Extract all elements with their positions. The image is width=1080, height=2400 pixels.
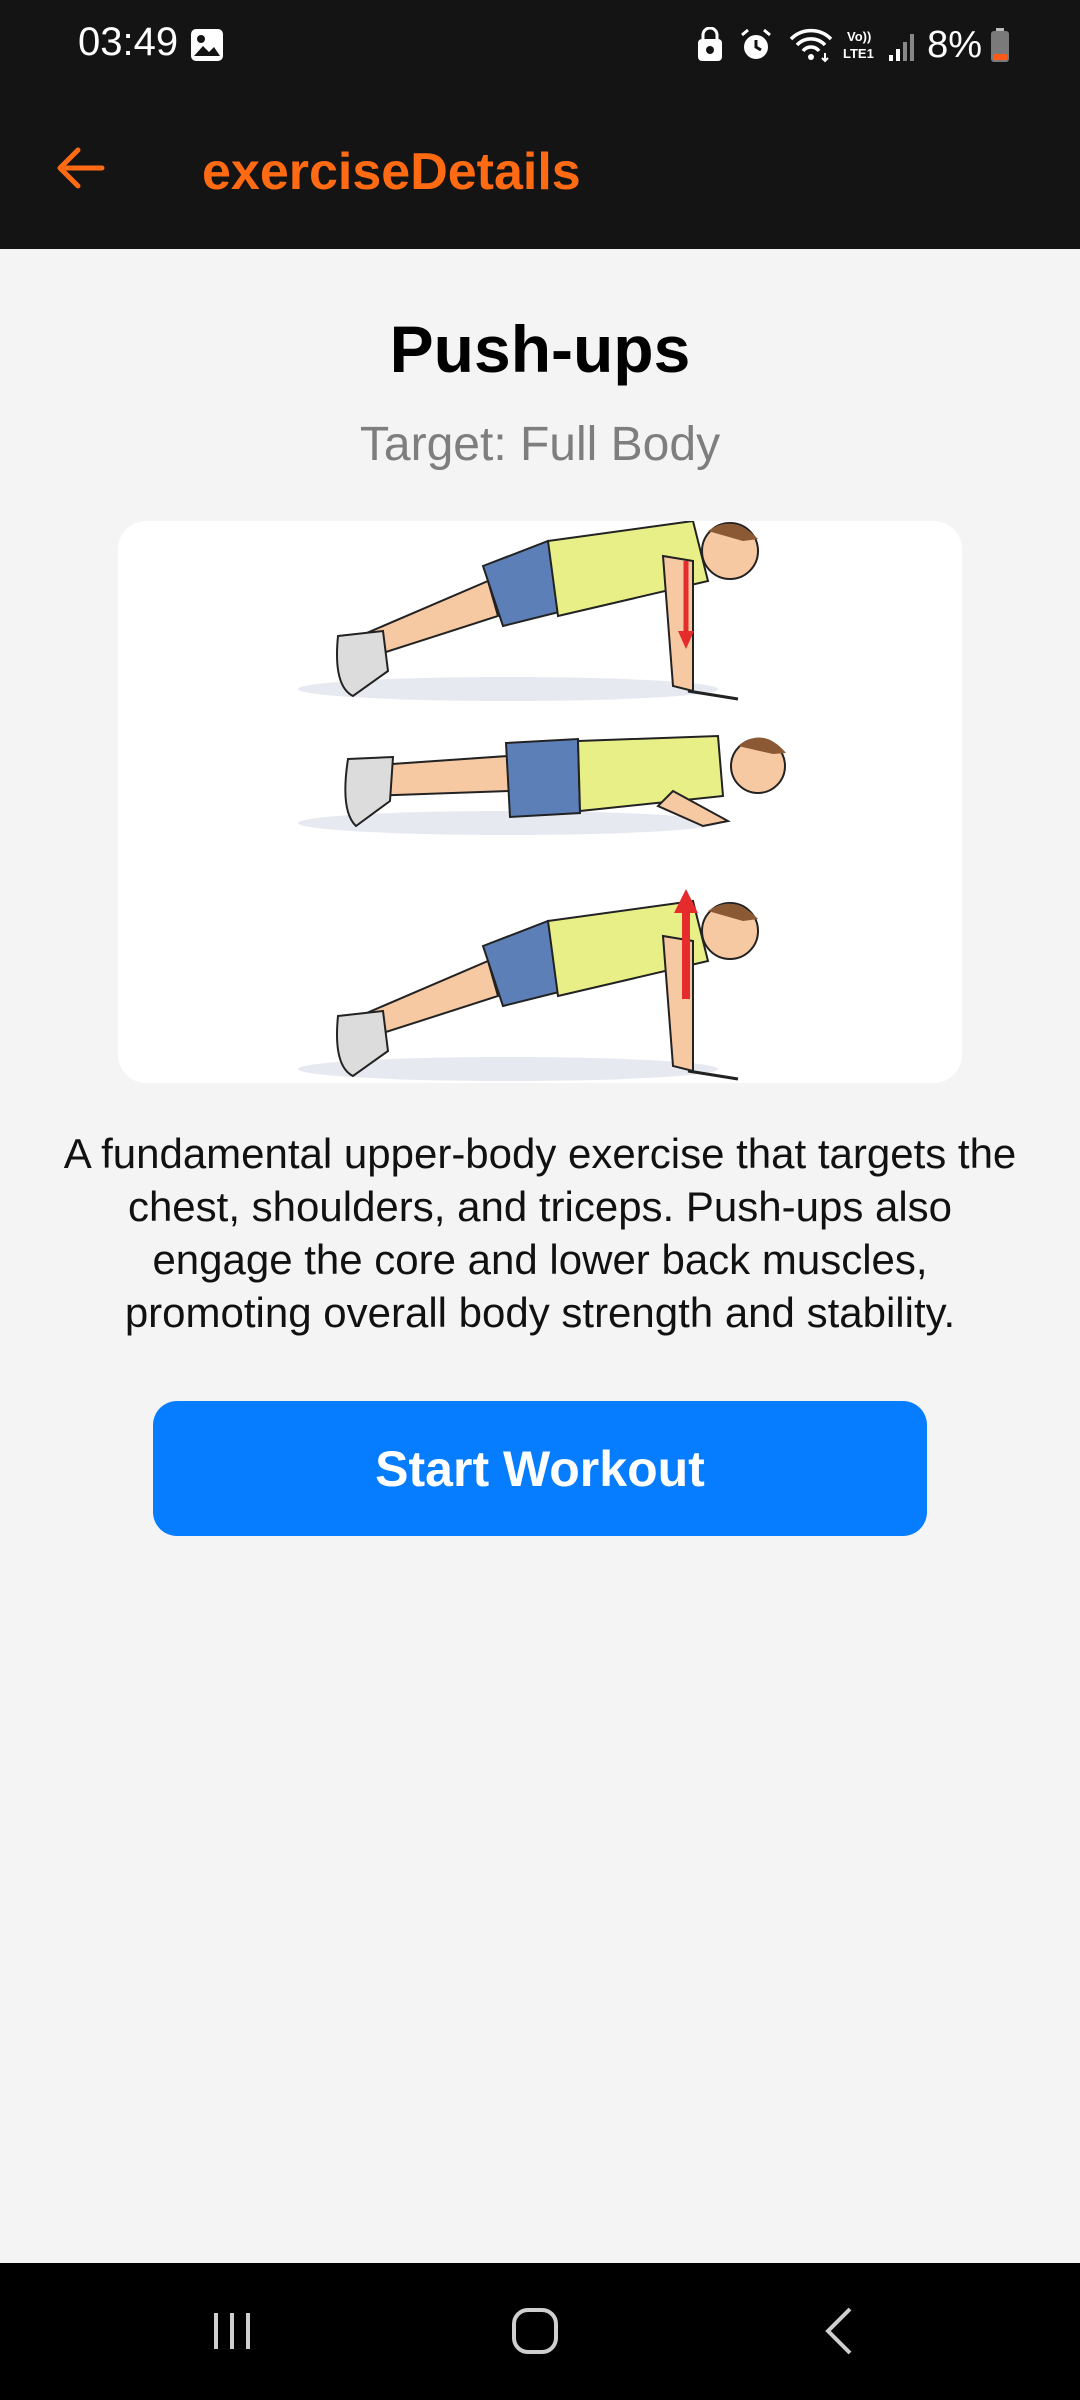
navigation-bar xyxy=(0,2263,1080,2400)
wifi-icon xyxy=(787,27,835,63)
svg-text:Vo)): Vo)) xyxy=(847,29,871,44)
vpn-lock-icon xyxy=(695,27,725,63)
battery-icon xyxy=(990,27,1010,63)
exercise-image xyxy=(118,521,962,1083)
signal-icon xyxy=(887,27,917,63)
start-workout-button[interactable]: Start Workout xyxy=(153,1401,927,1536)
alarm-icon xyxy=(739,27,773,63)
gallery-icon xyxy=(190,28,224,67)
arrow-left-icon xyxy=(54,146,106,195)
figure-plank-up xyxy=(336,889,759,1081)
recent-apps-icon xyxy=(208,2307,256,2360)
status-bar: 03:49 Vo)) LTE1 8% xyxy=(0,0,1080,90)
status-time: 03:49 xyxy=(78,20,179,64)
exercise-description: A fundamental upper-body exercise that t… xyxy=(63,1130,1017,1336)
exercise-title: Push-ups xyxy=(389,312,691,386)
home-button[interactable] xyxy=(475,2293,595,2373)
system-back-button[interactable] xyxy=(780,2293,900,2373)
figure-plank-top xyxy=(336,521,759,701)
recent-apps-button[interactable] xyxy=(172,2293,292,2373)
push-up-illustration xyxy=(298,521,786,1081)
back-icon xyxy=(820,2305,860,2362)
app-bar: exerciseDetails xyxy=(0,90,1080,249)
exercise-target: Target: Full Body xyxy=(359,418,721,471)
lte-icon: Vo)) LTE1 xyxy=(841,27,881,63)
back-button[interactable] xyxy=(40,130,120,210)
home-icon xyxy=(509,2305,561,2362)
svg-text:LTE1: LTE1 xyxy=(843,46,874,61)
battery-percent: 8% xyxy=(927,23,982,66)
app-title: exerciseDetails xyxy=(202,143,581,201)
exercise-details-content: Push-ups Target: Full Body A fundamental… xyxy=(0,249,1080,2263)
status-icons: Vo)) LTE1 8% xyxy=(695,20,1010,70)
